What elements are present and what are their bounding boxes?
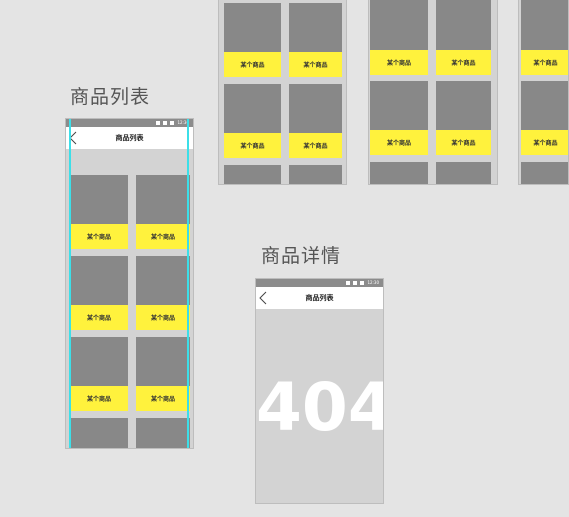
product-card-label: 某个商品 <box>70 305 128 330</box>
product-card[interactable]: 某个商品 <box>370 0 428 75</box>
back-arrow-icon[interactable] <box>259 291 267 305</box>
error-code: 404 <box>256 369 384 446</box>
product-card-label: 某个商品 <box>70 386 128 411</box>
product-card-label: 某个商品 <box>370 50 428 75</box>
selection-guide-left <box>69 119 71 448</box>
nav-title: 商品列表 <box>115 134 144 142</box>
status-bar: 12:30 <box>66 119 193 127</box>
product-card-label: 某个商品 <box>436 50 491 75</box>
artboard-label-product-detail: 商品详情 <box>261 245 342 267</box>
product-card-label: 某个商品 <box>136 224 190 249</box>
product-card-label: 某个商品 <box>289 133 342 158</box>
product-card[interactable]: 某个商品 <box>224 84 281 158</box>
signal-icon <box>353 281 358 285</box>
status-bar: 12:30 <box>256 279 383 287</box>
product-card[interactable] <box>136 418 190 448</box>
product-card[interactable] <box>436 162 491 184</box>
product-card[interactable]: 某个商品 <box>224 3 281 77</box>
product-card[interactable]: 某个商品 <box>370 81 428 155</box>
product-card[interactable]: 某个商品 <box>289 3 342 77</box>
wifi-icon <box>346 281 351 285</box>
artboard-grid-3[interactable]: 某个商品 某个商品 <box>518 0 569 185</box>
artboard-label-product-list: 商品列表 <box>70 86 151 108</box>
product-card[interactable] <box>521 162 568 184</box>
product-card[interactable] <box>70 418 128 448</box>
product-card[interactable] <box>224 165 281 184</box>
product-card-label: 某个商品 <box>436 130 491 155</box>
battery-icon <box>170 121 175 125</box>
product-card-label: 某个商品 <box>70 224 128 249</box>
product-card[interactable]: 某个商品 <box>436 81 491 155</box>
product-card[interactable]: 某个商品 <box>521 0 568 75</box>
product-card[interactable]: 某个商品 <box>70 337 128 411</box>
product-card[interactable]: 某个商品 <box>136 175 190 249</box>
product-card[interactable]: 某个商品 <box>289 84 342 158</box>
status-time: 12:30 <box>367 280 379 285</box>
nav-bar: 商品列表 <box>66 127 193 149</box>
product-card[interactable]: 某个商品 <box>521 81 568 155</box>
product-card-label: 某个商品 <box>136 386 190 411</box>
artboard-product-list[interactable]: 12:30 商品列表 某个商品 某个商品 某个商品 某个商品 某个商品 某个商品 <box>65 118 194 449</box>
battery-icon <box>360 281 365 285</box>
artboard-product-detail[interactable]: 12:30 商品列表 404 <box>255 278 384 504</box>
product-card[interactable] <box>289 165 342 184</box>
product-card-label: 某个商品 <box>136 305 190 330</box>
signal-icon <box>163 121 168 125</box>
product-card[interactable]: 某个商品 <box>136 337 190 411</box>
product-card-label: 某个商品 <box>370 130 428 155</box>
artboard-grid-2[interactable]: 某个商品 某个商品 某个商品 某个商品 <box>368 0 498 185</box>
product-card[interactable]: 某个商品 <box>436 0 491 75</box>
product-card-label: 某个商品 <box>289 52 342 77</box>
product-card[interactable] <box>370 162 428 184</box>
wifi-icon <box>156 121 161 125</box>
product-card[interactable]: 某个商品 <box>70 256 128 330</box>
product-card-label: 某个商品 <box>521 130 568 155</box>
nav-bar: 商品列表 <box>256 287 383 309</box>
artboard-grid-1[interactable]: 某个商品 某个商品 某个商品 某个商品 <box>218 0 347 185</box>
product-card-label: 某个商品 <box>224 133 281 158</box>
selection-guide-right <box>187 119 189 448</box>
product-card[interactable]: 某个商品 <box>136 256 190 330</box>
product-card-label: 某个商品 <box>521 50 568 75</box>
nav-title: 商品列表 <box>305 294 334 302</box>
product-card-label: 某个商品 <box>224 52 281 77</box>
product-card[interactable]: 某个商品 <box>70 175 128 249</box>
